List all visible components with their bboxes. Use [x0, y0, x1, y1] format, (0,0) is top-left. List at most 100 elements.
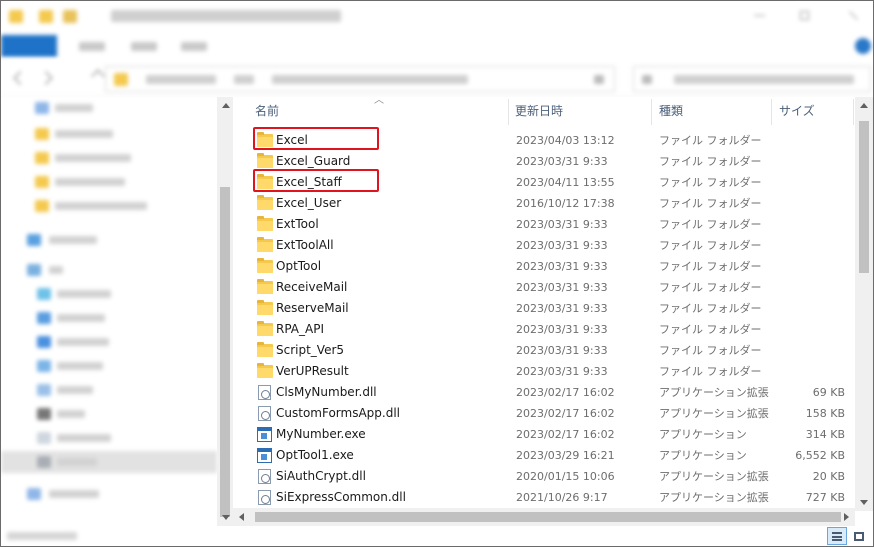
explorer-window: ︿ 名前 更新日時 種類 サイズ Excel 2023/04/03 13:12 ファ…	[0, 0, 874, 547]
file-type: アプリケーション	[659, 428, 747, 441]
navigation-pane	[1, 97, 217, 526]
tab-view[interactable]	[181, 42, 207, 51]
vertical-scrollbar[interactable]	[855, 97, 873, 511]
file-row[interactable]: ClsMyNumber.dll 2023/02/17 16:02 アプリケーション拡…	[233, 382, 855, 403]
folder-icon	[257, 237, 273, 252]
nav-item[interactable]	[1, 123, 217, 145]
file-row[interactable]: MyNumber.exe 2023/02/17 16:02 アプリケーション 314 …	[233, 424, 855, 445]
forward-icon[interactable]	[38, 70, 54, 86]
horizontal-scrollbar[interactable]	[233, 508, 855, 526]
nav-item[interactable]	[1, 307, 217, 329]
tab-file[interactable]	[1, 35, 57, 57]
file-row[interactable]: OptTool 2023/03/31 9:33 ファイル フォルダー	[233, 256, 855, 277]
nav-item[interactable]	[1, 403, 217, 425]
file-date: 2023/02/17 16:02	[516, 386, 615, 399]
file-row[interactable]: ReceiveMail 2023/03/31 9:33 ファイル フォルダー	[233, 277, 855, 298]
column-date[interactable]: 更新日時	[509, 97, 651, 125]
scroll-up-icon[interactable]	[860, 103, 868, 108]
highlight-box	[253, 127, 379, 150]
file-name: ExtToolAll	[276, 238, 334, 252]
folder-icon	[257, 216, 273, 231]
search-input[interactable]	[633, 66, 871, 92]
file-row[interactable]: ReserveMail 2023/03/31 9:33 ファイル フォルダー	[233, 298, 855, 319]
scroll-thumb[interactable]	[220, 187, 230, 517]
scroll-right-icon[interactable]	[844, 513, 849, 521]
status-text	[7, 532, 77, 540]
file-type: アプリケーション拡張	[659, 407, 769, 420]
nav-item[interactable]	[1, 331, 217, 353]
help-icon[interactable]	[855, 38, 871, 54]
file-row[interactable]: Excel_User 2016/10/12 17:38 ファイル フォルダー	[233, 193, 855, 214]
navigation-scrollbar[interactable]	[217, 97, 233, 526]
file-type: アプリケーション拡張	[659, 470, 769, 483]
nav-item[interactable]	[1, 283, 217, 305]
folder-icon	[257, 258, 273, 273]
file-row[interactable]: RPA_API 2023/03/31 9:33 ファイル フォルダー	[233, 319, 855, 340]
nav-item[interactable]	[1, 147, 217, 169]
file-row[interactable]: Excel 2023/04/03 13:12 ファイル フォルダー	[233, 127, 855, 151]
column-type[interactable]: 種類	[653, 97, 771, 125]
nav-item-selected[interactable]	[1, 451, 217, 473]
file-row[interactable]: Excel_Staff 2023/04/11 13:55 ファイル フォルダー	[233, 169, 855, 193]
folder-icon	[9, 10, 23, 23]
file-date: 2023/03/31 9:33	[516, 239, 608, 252]
minimize-button[interactable]	[745, 7, 773, 25]
dll-icon	[258, 469, 271, 484]
nav-item[interactable]	[1, 379, 217, 401]
close-button[interactable]	[839, 7, 867, 25]
scroll-left-icon[interactable]	[239, 513, 244, 521]
file-type: ファイル フォルダー	[659, 365, 762, 378]
folder-icon	[114, 73, 128, 86]
file-row[interactable]: CustomFormsApp.dll 2023/02/17 16:02 アプリケーシ…	[233, 403, 855, 424]
nav-item[interactable]	[1, 427, 217, 449]
scroll-down-icon[interactable]	[860, 500, 868, 505]
file-size	[773, 214, 845, 235]
file-row[interactable]: ExtToolAll 2023/03/31 9:33 ファイル フォルダー	[233, 235, 855, 256]
back-icon[interactable]	[12, 70, 28, 86]
file-row[interactable]: SiAuthCrypt.dll 2020/01/15 10:06 アプリケーション拡…	[233, 466, 855, 487]
file-size	[773, 151, 845, 172]
file-size	[773, 235, 845, 256]
file-size	[773, 298, 845, 319]
large-icons-view-button[interactable]	[849, 527, 869, 545]
scroll-down-icon[interactable]	[222, 515, 230, 520]
file-row[interactable]: SiExpressCommon.dll 2021/10/26 9:17 アプリケーシ…	[233, 487, 855, 508]
up-icon[interactable]	[90, 68, 106, 84]
nav-item[interactable]	[1, 259, 217, 281]
folder-icon[interactable]	[39, 10, 53, 23]
tab-share[interactable]	[131, 42, 157, 51]
file-type: ファイル フォルダー	[659, 218, 762, 231]
folder-icon	[257, 300, 273, 315]
column-size[interactable]: サイズ	[773, 97, 853, 125]
folder-icon[interactable]	[63, 10, 77, 23]
nav-item[interactable]	[1, 171, 217, 193]
folder-icon	[257, 342, 273, 357]
file-type: ファイル フォルダー	[659, 323, 762, 336]
nav-item[interactable]	[1, 195, 217, 217]
maximize-button[interactable]	[791, 7, 819, 25]
dll-icon	[258, 490, 271, 505]
nav-item[interactable]	[1, 229, 217, 251]
file-row[interactable]: VerUPResult 2023/03/31 9:33 ファイル フォルダー	[233, 361, 855, 382]
nav-item[interactable]	[1, 97, 217, 119]
address-bar[interactable]	[105, 66, 615, 92]
tab-home[interactable]	[79, 42, 105, 51]
nav-item[interactable]	[1, 355, 217, 377]
folder-icon	[257, 321, 273, 336]
folder-icon	[257, 279, 273, 294]
scroll-thumb[interactable]	[859, 121, 869, 273]
nav-item[interactable]	[1, 483, 217, 505]
exe-icon	[257, 427, 272, 442]
details-view-button[interactable]	[827, 527, 847, 545]
file-size	[773, 361, 845, 382]
file-date: 2023/03/31 9:33	[516, 344, 608, 357]
column-name[interactable]: 名前	[249, 97, 511, 125]
file-row[interactable]: OptTool1.exe 2023/03/29 16:21 アプリケーション 6,55…	[233, 445, 855, 466]
scroll-up-icon[interactable]	[222, 103, 230, 108]
file-row[interactable]: Script_Ver5 2023/03/31 9:33 ファイル フォルダー	[233, 340, 855, 361]
dll-icon	[258, 406, 271, 421]
file-date: 2023/02/17 16:02	[516, 428, 615, 441]
file-row[interactable]: ExtTool 2023/03/31 9:33 ファイル フォルダー	[233, 214, 855, 235]
scroll-thumb[interactable]	[255, 512, 841, 522]
file-size	[773, 172, 845, 193]
